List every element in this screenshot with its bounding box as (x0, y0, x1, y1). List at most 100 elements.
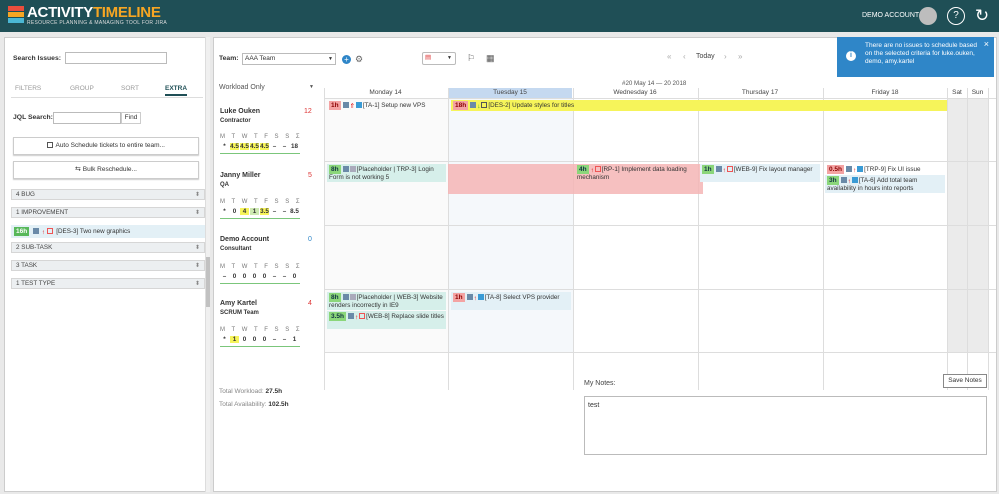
estimate-badge: 16h (14, 227, 30, 236)
workload-values: * 1 0 0 0– –1 (223, 336, 297, 343)
avatar-icon (342, 166, 349, 172)
day-header-sat: Sat (952, 89, 962, 96)
calendar-icon (47, 142, 54, 148)
priority-icon: ↑ (473, 295, 477, 302)
avatar[interactable] (919, 7, 937, 25)
issue-type-icon (349, 294, 356, 300)
issue-type-icon (481, 102, 488, 108)
group-sub-task[interactable]: 2 SUB-TASK ⬍ (11, 242, 205, 253)
search-issues-input[interactable] (65, 52, 167, 64)
task-web-3[interactable]: 8h [Placeholder | WEB-3] Website renders … (327, 292, 446, 310)
team-select[interactable]: AAA Team ▼ (242, 53, 336, 65)
list-item-improvement[interactable]: 16h ↑ [DES-3] Two new graphics (11, 225, 205, 238)
task-des-2[interactable]: 18h ↓ [DES-2] Update styles for titles (451, 100, 947, 111)
logo-icon (8, 6, 24, 24)
task-rp-1[interactable]: 4h ↑ [RP-1] Implement data loading mechani… (575, 164, 697, 183)
day-header-fri: Friday 18 (871, 89, 899, 96)
task-ta-6[interactable]: 3h ↑ [TA-6] Add total team availability in… (825, 175, 945, 193)
auto-schedule-button[interactable]: Auto Schedule tickets to entire team... (13, 137, 199, 155)
info-icon: i (846, 51, 856, 61)
find-button[interactable]: Find (121, 112, 141, 124)
group-test-type[interactable]: 1 TEST TYPE ⬍ (11, 278, 205, 289)
day-header-mon: Monday 14 (369, 89, 402, 96)
issue-type-icon (726, 166, 733, 172)
expand-icon: ⬍ (194, 263, 200, 269)
gear-icon[interactable]: ⚙ (355, 54, 363, 65)
left-panel: Search Issues: FILTERS GROUP SORT EXTRA … (4, 37, 208, 492)
task-web-8[interactable]: 3.5h ↑ [WEB-8] Replace slide titles (327, 311, 446, 329)
tab-extra[interactable]: EXTRA (165, 85, 188, 96)
total-availability: Total Availability: 102.5h (219, 401, 289, 408)
person-count: 0 (308, 236, 312, 243)
avatar-icon (840, 177, 847, 183)
tab-sort[interactable]: SORT (121, 85, 139, 92)
notes-textarea[interactable]: test (584, 396, 987, 455)
reschedule-icon: ⇆ (75, 166, 81, 173)
divider (11, 97, 203, 98)
weekday-letters: M T W T F S S Σ (220, 134, 303, 140)
search-issues-label: Search Issues: (13, 55, 61, 62)
issue-type-icon (355, 102, 362, 108)
issue-type-icon (594, 166, 601, 172)
person-role: Contractor (220, 118, 251, 124)
tab-filters[interactable]: FILTERS (15, 85, 41, 92)
prev-icon[interactable]: ‹ (683, 52, 686, 61)
expand-icon: ⬍ (194, 245, 200, 251)
notes-label: My Notes: (584, 380, 616, 387)
priority-icon: ↓ (477, 103, 481, 110)
help-icon[interactable]: ? (947, 7, 965, 25)
task-trp-3[interactable]: 8h [Placeholder | TRP-3] Login Form is no… (327, 164, 446, 182)
person-name[interactable]: Amy Kartel (220, 300, 257, 307)
group-task[interactable]: 3 TASK ⬍ (11, 260, 205, 271)
priority-icon: ↑ (722, 167, 726, 174)
issue-type-icon (477, 294, 484, 300)
workload-dropdown[interactable]: Workload Only ▼ (219, 84, 314, 91)
task-trp-9[interactable]: 0.5h ↑ [TRP-9] Fix UI issue (825, 164, 945, 175)
task-ta-8[interactable]: 1h ↑ [TA-8] Select VPS provider (451, 292, 571, 310)
workload-values: * 4.54.54.54.5– –18 (223, 143, 298, 150)
issue-type-icon (857, 166, 864, 172)
task-ta-1[interactable]: 1h ⇑ [TA-1] Setup new VPS (327, 100, 447, 111)
top-bar: ACTIVITYTIMELINE RESOURCE PLANNING & MAN… (0, 0, 999, 32)
account-label[interactable]: DEMO ACCOUNT (862, 12, 919, 19)
tab-group[interactable]: GROUP (70, 85, 94, 92)
brand-logo[interactable]: ACTIVITYTIMELINE (27, 4, 161, 21)
priority-icon: ↑ (847, 178, 851, 185)
first-page-icon[interactable]: « (667, 52, 671, 61)
group-bug[interactable]: 4 BUG ⬍ (11, 189, 205, 200)
add-icon[interactable]: + (342, 55, 351, 64)
team-label: Team: (219, 55, 239, 62)
person-count: 4 (308, 300, 312, 307)
bulk-reschedule-label: Bulk Reschedule... (82, 166, 137, 173)
day-header-tue: Tuesday 15 (448, 88, 572, 98)
jql-search-input[interactable] (53, 112, 121, 124)
expand-icon: ⬍ (194, 281, 200, 287)
avatar-icon (348, 313, 355, 319)
avatar-icon (342, 102, 349, 108)
person-count: 5 (308, 172, 312, 179)
save-notes-button[interactable]: Save Notes (943, 374, 987, 388)
flag-icon[interactable]: ⚐ (467, 53, 475, 64)
last-page-icon[interactable]: » (738, 52, 742, 61)
weekday-letters: M T W T F S S Σ (220, 264, 303, 270)
bulk-reschedule-button[interactable]: ⇆ Bulk Reschedule... (13, 161, 199, 179)
avatar-icon (715, 166, 722, 172)
priority-icon: ⇑ (349, 103, 355, 110)
person-name[interactable]: Janny Miller (220, 172, 260, 179)
today-button[interactable]: Today (696, 53, 715, 60)
panel-scrollbar[interactable] (205, 37, 210, 492)
calendar-select[interactable]: ▤ ▼ (422, 52, 456, 65)
person-role: Consultant (220, 246, 252, 252)
calendar-icon[interactable]: ▦ (486, 53, 495, 64)
issue-type-icon (851, 177, 858, 183)
avatar-icon (342, 294, 349, 300)
person-name[interactable]: Luke Ouken (220, 108, 260, 115)
weekday-letters: M T W T F S S Σ (220, 327, 303, 333)
group-improvement[interactable]: 1 IMPROVEMENT ⬍ (11, 207, 205, 218)
week-range: #20 May 14 — 20 2018 (622, 80, 687, 87)
refresh-icon[interactable]: ↻ (973, 7, 991, 25)
task-web-9[interactable]: 1h ↑ [WEB-9] Fix layout manager (700, 164, 820, 182)
person-name[interactable]: Demo Account (220, 236, 269, 243)
next-icon[interactable]: › (724, 52, 727, 61)
close-icon[interactable]: × (984, 40, 989, 49)
